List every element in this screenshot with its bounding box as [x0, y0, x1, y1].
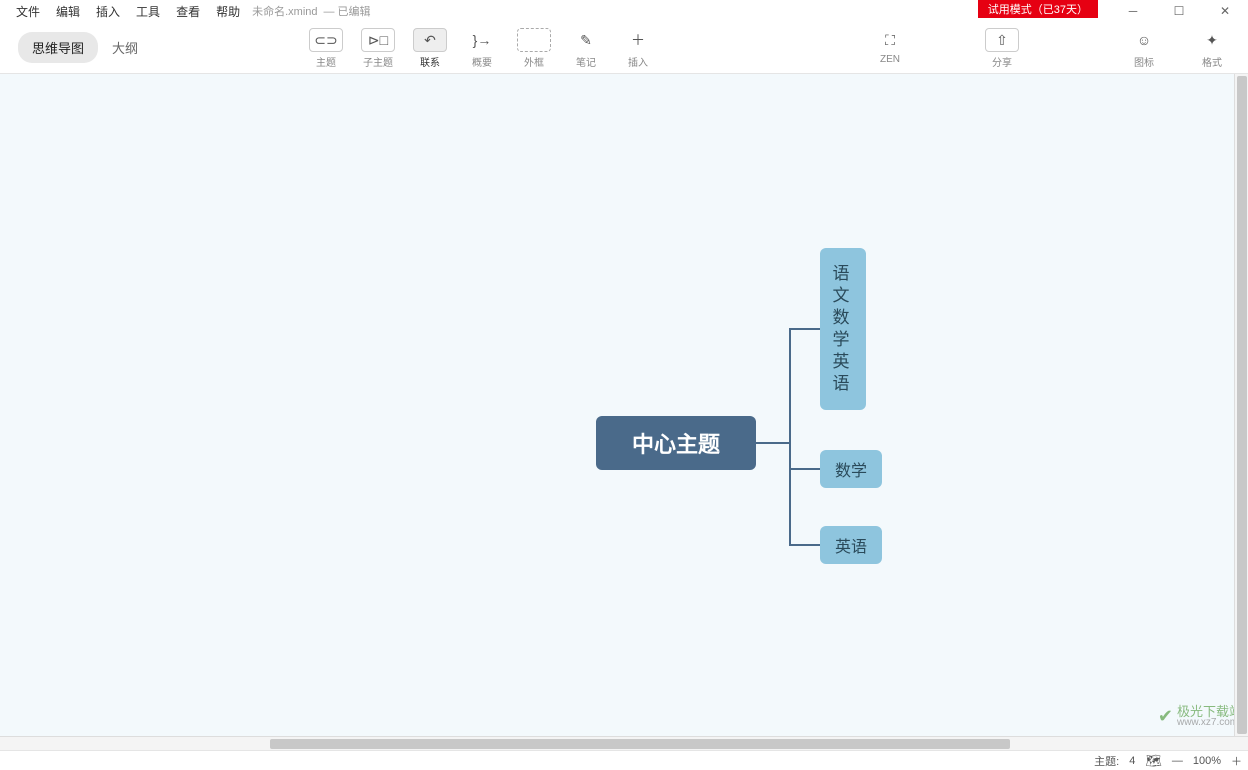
- node-sub1-l5: 语: [833, 373, 854, 395]
- view-tabs: 思维导图 大纲: [18, 32, 152, 63]
- statusbar: 主题: 4 🗺 — 100% ＋: [0, 750, 1248, 770]
- node-sub1-l3: 学: [833, 329, 854, 351]
- menu-edit[interactable]: 编辑: [48, 1, 88, 22]
- tool-topic[interactable]: ⊂⊃ 主题: [300, 26, 352, 71]
- tab-mindmap[interactable]: 思维导图: [18, 32, 98, 63]
- boundary-icon: [517, 28, 551, 52]
- node-sub1-l0: 语: [833, 263, 854, 285]
- canvas[interactable]: 中心主题 语 文 数 学 英 语 数学 英语 ✔ 极光下载站 www.xz7.c…: [0, 74, 1248, 750]
- tool-note[interactable]: ✎ 笔记: [560, 26, 612, 71]
- tool-subtopic[interactable]: ⊳□ 子主题: [352, 26, 404, 71]
- document-filename: 未命名.xmind: [252, 3, 317, 19]
- tool-boundary[interactable]: 外框: [508, 26, 560, 71]
- node-central[interactable]: 中心主题: [596, 416, 756, 470]
- menu-bar: 文件 编辑 插入 工具 查看 帮助: [0, 1, 248, 22]
- tool-note-label: 笔记: [576, 54, 596, 69]
- topic-count: 4: [1129, 755, 1135, 767]
- tool-icons[interactable]: ☺ 图标: [1118, 26, 1170, 71]
- format-icon: ✦: [1195, 28, 1229, 52]
- menu-help[interactable]: 帮助: [208, 1, 248, 22]
- window-controls: ─ ☐ ✕: [1110, 0, 1248, 22]
- tool-relation[interactable]: ↶ 联系: [404, 26, 456, 71]
- tool-group-far-right: ☺ 图标 ✦ 格式: [1118, 26, 1238, 71]
- tool-zen[interactable]: ⛶ ZEN: [864, 26, 916, 71]
- zoom-level[interactable]: 100%: [1193, 755, 1221, 767]
- node-sub1[interactable]: 语 文 数 学 英 语: [820, 248, 866, 410]
- subtopic-icon: ⊳□: [361, 28, 395, 52]
- tool-zen-label: ZEN: [880, 54, 900, 65]
- vertical-scrollbar[interactable]: [1234, 74, 1248, 736]
- menu-insert[interactable]: 插入: [88, 1, 128, 22]
- tab-outline[interactable]: 大纲: [98, 32, 152, 63]
- watermark-url: www.xz7.com: [1177, 718, 1242, 728]
- share-icon: ⇧: [985, 28, 1019, 52]
- tool-icons-label: 图标: [1134, 54, 1154, 69]
- summary-icon: }→: [465, 28, 499, 52]
- tool-insert[interactable]: ＋ 插入: [612, 26, 664, 71]
- node-sub1-l4: 英: [833, 351, 854, 373]
- zoom-out-button[interactable]: —: [1172, 755, 1183, 767]
- connectors: [0, 74, 1248, 750]
- node-sub1-l1: 文: [833, 285, 854, 307]
- edit-status: — 已编辑: [324, 3, 371, 19]
- tool-insert-label: 插入: [628, 54, 648, 69]
- menu-view[interactable]: 查看: [168, 1, 208, 22]
- tool-share-label: 分享: [992, 54, 1012, 69]
- node-sub1-l2: 数: [833, 307, 854, 329]
- tool-format[interactable]: ✦ 格式: [1186, 26, 1238, 71]
- relation-icon: ↶: [413, 28, 447, 52]
- horizontal-scrollbar[interactable]: [0, 736, 1248, 750]
- node-sub2[interactable]: 数学: [820, 450, 882, 488]
- minimize-button[interactable]: ─: [1110, 0, 1156, 22]
- tool-share[interactable]: ⇧ 分享: [976, 26, 1028, 71]
- tool-relation-label: 联系: [420, 54, 440, 69]
- horizontal-scrollbar-thumb[interactable]: [270, 739, 1010, 749]
- topic-count-label: 主题:: [1094, 753, 1119, 769]
- map-icon[interactable]: 🗺: [1145, 753, 1162, 769]
- topic-icon: ⊂⊃: [309, 28, 343, 52]
- titlebar: 文件 编辑 插入 工具 查看 帮助 未命名.xmind — 已编辑 试用模式（已…: [0, 0, 1248, 22]
- tool-group-right: ⛶ ZEN ⇧ 分享: [864, 26, 1028, 71]
- tool-topic-label: 主题: [316, 54, 336, 69]
- zoom-in-button[interactable]: ＋: [1231, 753, 1242, 769]
- insert-icon: ＋: [621, 28, 655, 52]
- tool-group-main: ⊂⊃ 主题 ⊳□ 子主题 ↶ 联系 }→ 概要 外框 ✎ 笔记 ＋ 插入: [300, 26, 664, 71]
- watermark-logo-icon: ✔: [1158, 706, 1173, 727]
- trial-badge[interactable]: 试用模式（已37天）: [978, 0, 1098, 18]
- smile-icon: ☺: [1127, 28, 1161, 52]
- menu-file[interactable]: 文件: [8, 1, 48, 22]
- tool-subtopic-label: 子主题: [363, 54, 393, 69]
- node-sub3[interactable]: 英语: [820, 526, 882, 564]
- toolbar: 思维导图 大纲 ⊂⊃ 主题 ⊳□ 子主题 ↶ 联系 }→ 概要 外框 ✎ 笔记 …: [0, 22, 1248, 74]
- menu-tools[interactable]: 工具: [128, 1, 168, 22]
- tool-format-label: 格式: [1202, 54, 1222, 69]
- close-button[interactable]: ✕: [1202, 0, 1248, 22]
- tool-summary-label: 概要: [472, 54, 492, 69]
- tool-boundary-label: 外框: [524, 54, 544, 69]
- watermark: ✔ 极光下载站 www.xz7.com: [1158, 705, 1242, 728]
- vertical-scrollbar-thumb[interactable]: [1237, 76, 1247, 734]
- maximize-button[interactable]: ☐: [1156, 0, 1202, 22]
- note-icon: ✎: [569, 28, 603, 52]
- tool-summary[interactable]: }→ 概要: [456, 26, 508, 71]
- zen-icon: ⛶: [873, 28, 907, 52]
